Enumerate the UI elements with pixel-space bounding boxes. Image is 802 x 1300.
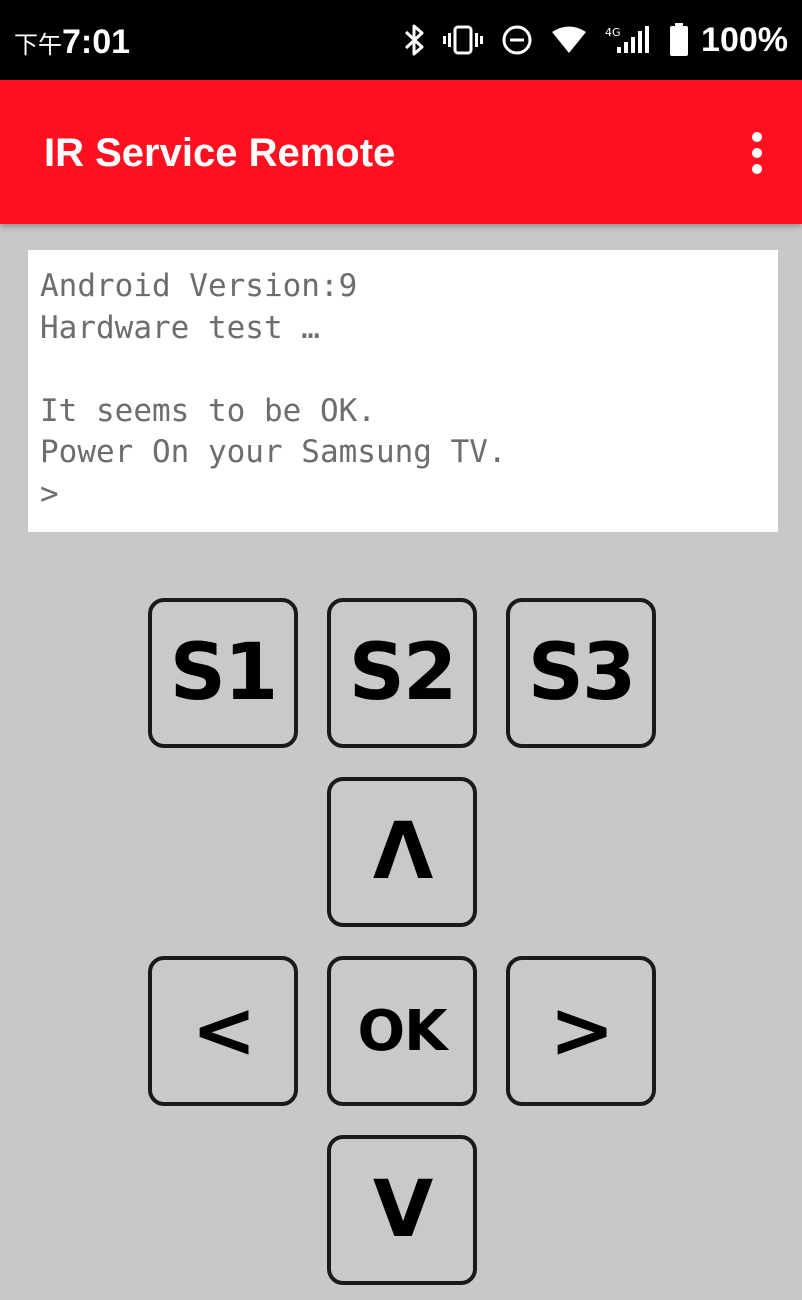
cellular-signal-icon: 4G [605, 25, 651, 55]
network-type-label: 4G [605, 26, 621, 39]
s2-label: S2 [348, 628, 457, 718]
s1-button[interactable]: S1 [148, 598, 298, 748]
do-not-disturb-icon [501, 24, 533, 56]
more-vert-icon[interactable] [744, 128, 770, 178]
vibrate-icon [443, 25, 484, 55]
ok-button[interactable]: OK [327, 956, 477, 1106]
s1-label: S1 [169, 628, 278, 718]
battery-icon [669, 23, 689, 57]
right-label: > [549, 986, 614, 1076]
up-button[interactable]: Λ [327, 777, 477, 927]
wifi-icon [551, 26, 587, 54]
app-title: IR Service Remote [44, 131, 396, 175]
status-icons: 4G 100% [385, 18, 788, 62]
battery-percent: 100% [701, 20, 788, 59]
right-button[interactable]: > [506, 956, 656, 1106]
s3-button[interactable]: S3 [506, 598, 656, 748]
s2-button[interactable]: S2 [327, 598, 477, 748]
left-button[interactable]: < [148, 956, 298, 1106]
status-bar: 下午7:01 4G 100% [0, 0, 802, 80]
app-bar: IR Service Remote [0, 80, 802, 224]
left-label: < [191, 986, 256, 1076]
bluetooth-icon [403, 23, 425, 57]
up-label: Λ [372, 807, 433, 897]
console-output: Android Version:9 Hardware test … It see… [28, 250, 778, 532]
down-label: V [372, 1165, 433, 1255]
ok-label: OK [357, 998, 448, 1064]
status-time-value: 7:01 [62, 23, 131, 61]
down-button[interactable]: V [327, 1135, 477, 1285]
status-time-prefix: 下午 [14, 32, 62, 59]
s3-label: S3 [527, 628, 636, 718]
status-time: 下午7:01 [14, 22, 130, 66]
